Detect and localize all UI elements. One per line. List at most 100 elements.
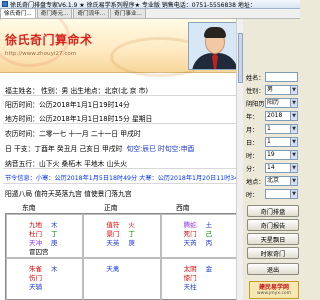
minute-select[interactable]: 14 ▼ [265,163,298,173]
banner: 徐氏奇门算命术 http://www.zhouyi27.com [0,19,242,77]
hour-value: 19 [267,151,275,158]
shijia-button[interactable]: 时家奇门 [247,247,299,259]
day-row: 日： 1 ▼ [246,136,300,148]
year-row: 年： 2018 ▼ [246,110,300,122]
jieqi-line: 节令信息：小寒：公历2018年1月5日18时49分 大寒：公历2018年1月20… [5,175,243,182]
calendar-value: 阳历 [267,99,280,106]
name-label: 姓名： [246,74,265,82]
month-select[interactable]: 1 ▼ [265,124,298,134]
chevron-down-icon[interactable]: ▼ [290,86,297,94]
person-line: 福主姓名： 性别：男 出生地点：北京(北 京 市) [5,87,149,95]
year-label: 年： [246,113,259,121]
site-url: http://www.zhouyi27.com [5,51,77,57]
palace-term: 天英 [106,239,120,247]
place-row: 地点： 北京 ▼ [246,175,300,187]
sex-row: 性别： 男 ▼ [246,84,300,96]
month-row: 月： 1 ▼ [246,123,300,135]
palace-cell: 朱雀木伤门 天辅 [6,258,84,300]
year-value: 2018 [267,112,283,119]
tab-shiye[interactable]: 奇门事业... [110,9,146,18]
minute-value: 14 [267,164,275,171]
palace-term: 天辅 [29,283,42,291]
lunar-time-line: 农历时间：二零一七 十一月 二十一日 甲戌时 [5,130,141,138]
tab-strip: 徐氏奇门... 奇门寿元... 奇门流年... 奇门事业... [0,9,300,19]
hour-label: 时： [246,152,259,160]
bazi-xunkong: 旬空:辰巳 时旬空:申酉 [126,145,195,153]
palace-stem: 庚 [51,239,58,247]
extra-select[interactable]: ▼ [265,189,298,199]
direction-southwest: 西南 [176,204,190,212]
palace-term: 天柱 [183,283,197,291]
divider [3,168,240,169]
input-panel: 姓名： 性别： 男▼ 阴阳历： 阳历▼ 年： 2018▼ 月： 1▼ 日： 1▼… [244,19,300,300]
minute-label: 分： [246,165,259,173]
app-window: 徐氏奇门排盘专家V6.1.9 ★ 徐氏易学系列程序★ 专业版 销售电话：0751… [0,0,300,300]
palace-stem: 金 [205,265,213,273]
year-select[interactable]: 2018 ▼ [265,111,298,121]
sex-select[interactable]: 男 ▼ [265,85,298,95]
ju-line: 阳遁八局 值符天英落九宫 值使景门落九宫 [5,190,132,198]
chart-document: 徐氏奇门算命术 http://www.zhouyi27.com 福主姓名： 性别… [0,19,243,300]
vertical-scrollbar[interactable] [236,19,243,300]
paipan-button[interactable]: 奇门排盘 [247,205,299,217]
palace-cell: 腾蛇土死门己天芮丙 [160,214,238,258]
sex-value: 男 [267,86,274,93]
chevron-down-icon[interactable]: ▼ [290,151,297,159]
chevron-down-icon[interactable]: ▼ [290,125,297,133]
tab-liunian[interactable]: 奇门流年... [73,9,110,18]
hour-row: 时： 19 ▼ [246,149,300,161]
divider [3,95,240,96]
stamp-title: 建民易学网 [258,283,289,291]
extra-label: 时： [246,191,259,199]
month-label: 月： [246,126,259,134]
place-select[interactable]: 北京 ▼ [265,176,298,186]
nayin-line: 纳音五行：山下火 桑柘木 平地木 山头火 [5,160,128,168]
palace-cell: 九地木杜门丁天冲庚冒囚宫 [6,214,84,258]
day-select[interactable]: 1 ▼ [265,137,298,147]
chevron-down-icon[interactable]: ▼ [290,138,297,146]
author-photo [188,22,240,70]
window-title: 徐氏奇门排盘专家V6.1.9 ★ 徐氏易学系列程序★ 专业版 销售电话：0751… [10,1,256,9]
palace-stem: 丙 [205,239,213,247]
palace-cell: 太阴金惊门 天柱 [160,258,238,300]
bazi-value: 丁酉年 癸丑月 己亥日 甲戌时 [34,145,123,153]
app-icon [2,1,8,7]
calendar-row: 阴阳历： 阳历 ▼ [246,97,300,109]
divider [3,123,240,124]
page-title: 徐氏奇门算命术 [5,33,93,47]
palace-cell: 值符火景门丁天英庚 [83,214,161,258]
month-value: 1 [267,125,271,132]
tianxing-button[interactable]: 天星飘日 [247,233,299,245]
direction-south: 正南 [104,204,118,212]
palace-stem: 木 [51,265,58,273]
scrollbar-thumb[interactable] [238,33,243,83]
stamp-url: www.jmyx.com [256,290,292,296]
solar-time-line: 阳历时间：公历2018年1月1日19时14分 [5,101,130,109]
sex-label: 性别： [246,87,265,95]
tab-xushi-qimen[interactable]: 徐氏奇门... [0,9,36,18]
hour-select[interactable]: 19 ▼ [265,150,298,160]
chevron-down-icon[interactable]: ▼ [290,99,297,107]
palace-term: 天芮 [183,239,197,247]
chevron-down-icon[interactable]: ▼ [290,190,297,198]
direction-southeast: 东南 [22,204,36,212]
palace-stem: 庚 [128,239,135,247]
exit-button[interactable]: 退出 [247,263,299,275]
chevron-down-icon[interactable]: ▼ [290,112,297,120]
site-stamp: 建民易学网 www.jmyx.com [249,281,299,299]
chevron-down-icon[interactable]: ▼ [290,177,297,185]
minute-row: 分： 14 ▼ [246,162,300,174]
calendar-select[interactable]: 阳历 ▼ [265,98,298,108]
day-value: 1 [267,138,271,145]
tab-shouyuan[interactable]: 奇门寿元... [36,9,73,18]
name-field[interactable] [265,72,298,82]
palace-term: 天禽 [106,265,120,273]
calendar-label: 阴阳历： [246,100,265,108]
chevron-down-icon[interactable]: ▼ [290,164,297,172]
title-bar: 徐氏奇门排盘专家V6.1.9 ★ 徐氏易学系列程序★ 专业版 销售电话：0751… [0,0,300,9]
bazi-label: 日 干支： [5,145,35,153]
place-label: 地点： [246,178,265,186]
palace-grid: 九地木杜门丁天冲庚冒囚宫 值符火景门丁天英庚腾蛇土死门己天芮丙朱雀木伤门 天辅 天禽 太… [5,213,239,300]
bazi-line: 日 干支：丁酉年 癸丑月 己亥日 甲戌时 旬空:辰巳 时旬空:申酉 [5,143,242,153]
report-button[interactable]: 奇门报告 [247,219,299,231]
